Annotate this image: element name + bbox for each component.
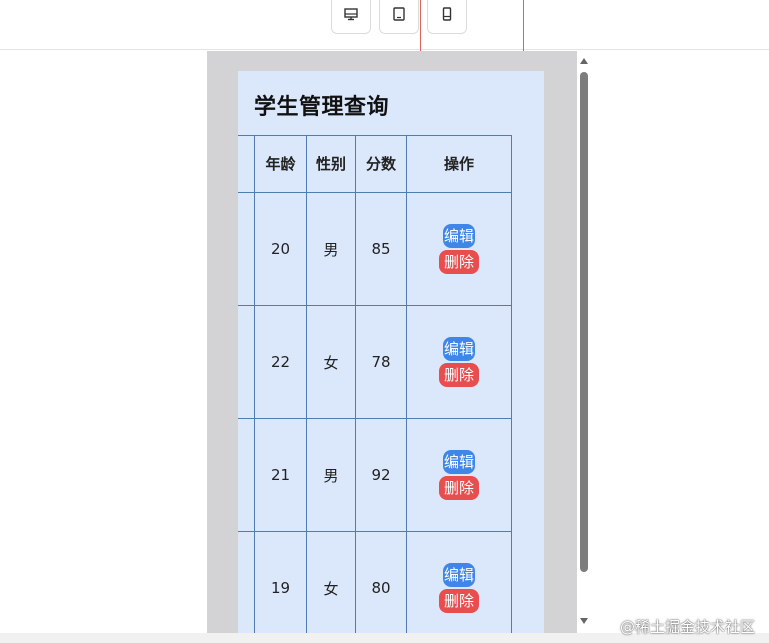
- tablet-icon: [393, 7, 405, 21]
- cell-age: 20: [254, 192, 307, 306]
- scrollbar-thumb[interactable]: [580, 72, 588, 572]
- table-row: 19 女 80 编辑 删除: [238, 531, 512, 643]
- header-gender: 性别: [306, 135, 356, 193]
- edit-button[interactable]: 编辑: [443, 563, 475, 587]
- delete-button[interactable]: 删除: [439, 589, 479, 613]
- table-row: 21 男 92 编辑 删除: [238, 418, 512, 532]
- scroll-down-icon[interactable]: [580, 618, 588, 624]
- table-row: 22 女 78 编辑 删除: [238, 305, 512, 419]
- header-age: 年龄: [254, 135, 307, 193]
- watermark: @稀土掘金技术社区: [620, 618, 756, 636]
- desktop-view-button[interactable]: [331, 0, 371, 34]
- delete-button[interactable]: 删除: [439, 476, 479, 500]
- cell-actions: 编辑 删除: [406, 192, 512, 306]
- desktop-icon: [344, 8, 358, 21]
- header-actions: 操作: [406, 135, 512, 193]
- header-score: 分数: [355, 135, 407, 193]
- cell-actions: 编辑 删除: [406, 418, 512, 532]
- page-title: 学生管理查询: [254, 95, 390, 120]
- cell-score: 92: [355, 418, 407, 532]
- header-cut: [238, 135, 255, 193]
- device-toolbar: [0, 0, 769, 53]
- cell-actions: 编辑 删除: [406, 305, 512, 419]
- cell-age: 21: [254, 418, 307, 532]
- cell-score: 85: [355, 192, 407, 306]
- edit-button[interactable]: 编辑: [443, 450, 475, 474]
- student-table: 年龄 性别 分数 操作 20 男 85 编辑 删除 22 女 78 编辑 删除 …: [238, 135, 512, 643]
- edit-button[interactable]: 编辑: [443, 337, 475, 361]
- delete-button[interactable]: 删除: [439, 363, 479, 387]
- cell-gender: 男: [306, 192, 356, 306]
- preview-stage: 学生管理查询 年龄 性别 分数 操作 20 男 85 编辑 删除 22 女 78…: [207, 51, 577, 643]
- table-row: 20 男 85 编辑 删除: [238, 192, 512, 306]
- vertical-scrollbar[interactable]: [577, 56, 591, 626]
- cell-score: 80: [355, 531, 407, 643]
- cell-age: 19: [254, 531, 307, 643]
- delete-button[interactable]: 删除: [439, 250, 479, 274]
- cell-actions: 编辑 删除: [406, 531, 512, 643]
- cell-score: 78: [355, 305, 407, 419]
- tablet-view-button[interactable]: [379, 0, 419, 34]
- cell-gender: 女: [306, 305, 356, 419]
- cell-age: 22: [254, 305, 307, 419]
- cell-gender: 女: [306, 531, 356, 643]
- table-header-row: 年龄 性别 分数 操作: [238, 135, 512, 193]
- scroll-up-icon[interactable]: [580, 58, 588, 64]
- edit-button[interactable]: 编辑: [443, 224, 475, 248]
- cell-gender: 男: [306, 418, 356, 532]
- selection-highlight: [420, 0, 524, 53]
- app-card: 学生管理查询 年龄 性别 分数 操作 20 男 85 编辑 删除 22 女 78…: [238, 71, 544, 643]
